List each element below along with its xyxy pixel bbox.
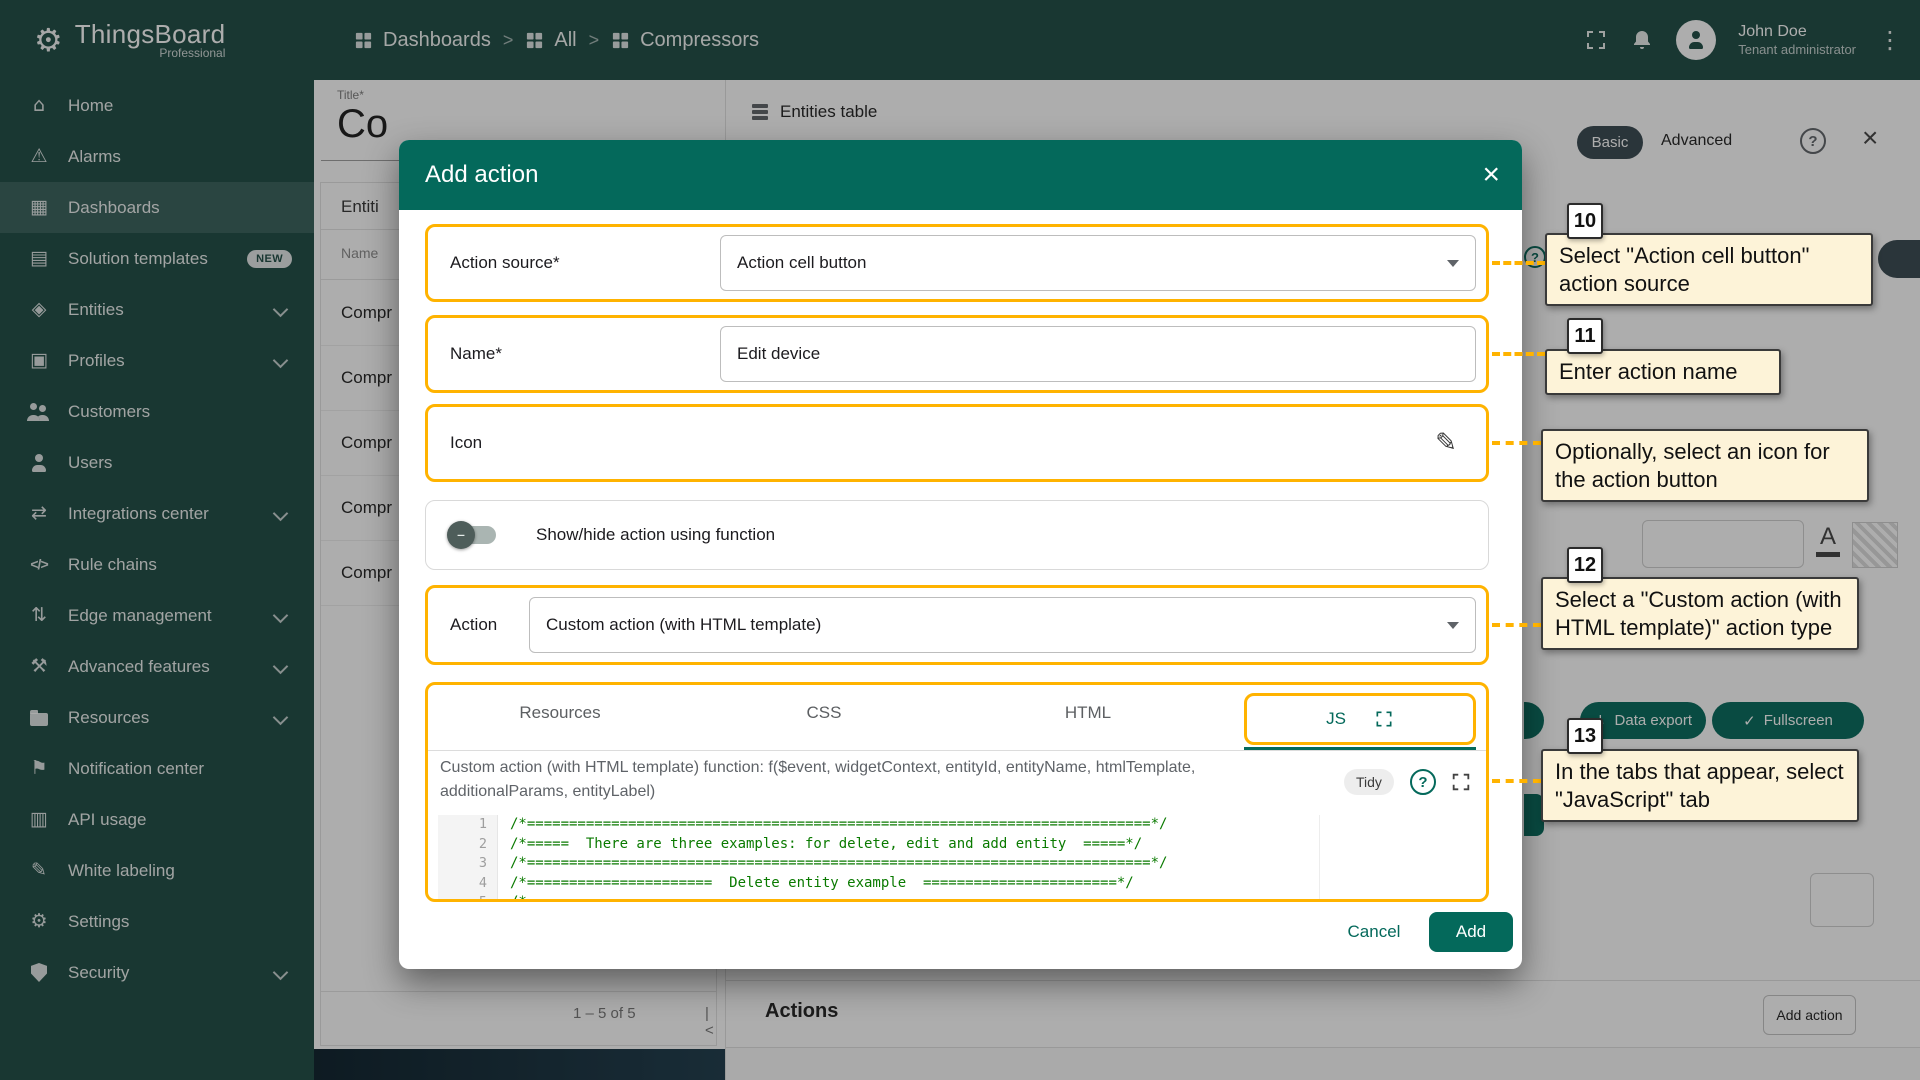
dropdown-caret-icon [1447,260,1459,267]
step-number-badge: 10 [1567,203,1603,239]
line-number-gutter: 1 2 3 4 5 [438,815,498,899]
dialog-title: Add action [425,161,538,189]
tidy-button[interactable]: Tidy [1344,769,1394,795]
name-label: Name* [450,344,502,364]
connector-line [1492,779,1541,783]
editor-ruler [1319,815,1320,899]
icon-label: Icon [450,433,482,453]
connector-line [1492,441,1541,445]
tab-js-label: JS [1326,709,1346,729]
icon-field-highlight: Icon ✎ [425,404,1489,482]
action-type-select[interactable]: Custom action (with HTML template) [529,597,1476,653]
step-number-badge: 13 [1567,718,1603,754]
divider [428,750,1486,751]
action-type-label: Action [450,615,497,635]
code-line: /* [510,893,1167,899]
tab-css[interactable]: CSS [692,685,956,741]
annotation-callout: In the tabs that appear, select "JavaScr… [1541,749,1859,822]
cancel-button[interactable]: Cancel [1339,912,1409,952]
help-glyph: ? [1418,774,1427,791]
add-action-dialog: Add action × Action source* Action cell … [399,140,1522,969]
annotation-callout: Enter action name [1545,349,1781,395]
show-hide-row: – Show/hide action using function [425,500,1489,570]
code-line: /*===== There are three examples: for de… [510,835,1167,855]
help-icon[interactable]: ? [1410,769,1436,795]
action-source-select[interactable]: Action cell button [720,235,1476,291]
step-number-badge: 11 [1567,318,1603,354]
line-number: 3 [438,854,497,874]
edit-pencil-icon[interactable]: ✎ [1422,419,1470,467]
close-icon[interactable]: × [1482,160,1500,190]
code-editor[interactable]: 1 2 3 4 5 /*============================… [438,815,1476,899]
annotation-callout: Select a "Custom action (with HTML templ… [1541,577,1859,650]
show-hide-toggle[interactable]: – [450,526,496,544]
function-signature-line2: additionalParams, entityLabel) [440,783,655,801]
expand-icon[interactable] [1374,709,1394,729]
code-lines: /*======================================… [510,815,1167,899]
dialog-header: Add action × [399,140,1522,210]
add-button[interactable]: Add [1429,912,1513,952]
step-number-badge: 12 [1567,547,1603,583]
dropdown-caret-icon [1447,622,1459,629]
line-number: 1 [438,815,497,835]
action-source-field-highlight: Action source* Action cell button [425,224,1489,302]
line-number: 5 [438,893,497,899]
tidy-label: Tidy [1356,774,1382,790]
code-line: /*======================================… [510,854,1167,874]
function-signature-line1: Custom action (with HTML template) funct… [440,759,1195,777]
action-type-field-highlight: Action Custom action (with HTML template… [425,585,1489,665]
action-source-label: Action source* [450,253,560,273]
name-value: Edit device [737,344,820,364]
tab-js[interactable]: JS [1244,693,1476,745]
line-number: 2 [438,835,497,855]
action-source-value: Action cell button [737,253,866,273]
thingsboard-app: ⚙ ThingsBoard Professional Dashboards > … [0,0,1920,1080]
connector-line [1492,352,1545,356]
code-line: /*======================================… [510,815,1167,835]
editor-tabs-highlight: Resources CSS HTML JS Custom action (wit… [425,682,1489,902]
name-field-highlight: Name* Edit device [425,315,1489,393]
annotation-callout: Select "Action cell button" action sourc… [1545,233,1873,306]
connector-line [1492,261,1545,265]
name-input[interactable]: Edit device [720,326,1476,382]
expand-editor-icon[interactable] [1450,771,1472,798]
code-line: /*====================== Delete entity e… [510,874,1167,894]
tab-html[interactable]: HTML [956,685,1220,741]
action-type-value: Custom action (with HTML template) [546,615,821,635]
line-number: 4 [438,874,497,894]
connector-line [1492,623,1541,627]
annotation-callout: Optionally, select an icon for the actio… [1541,429,1869,502]
tab-resources[interactable]: Resources [428,685,692,741]
show-hide-label: Show/hide action using function [536,525,775,545]
toggle-thumb-icon: – [447,521,475,549]
